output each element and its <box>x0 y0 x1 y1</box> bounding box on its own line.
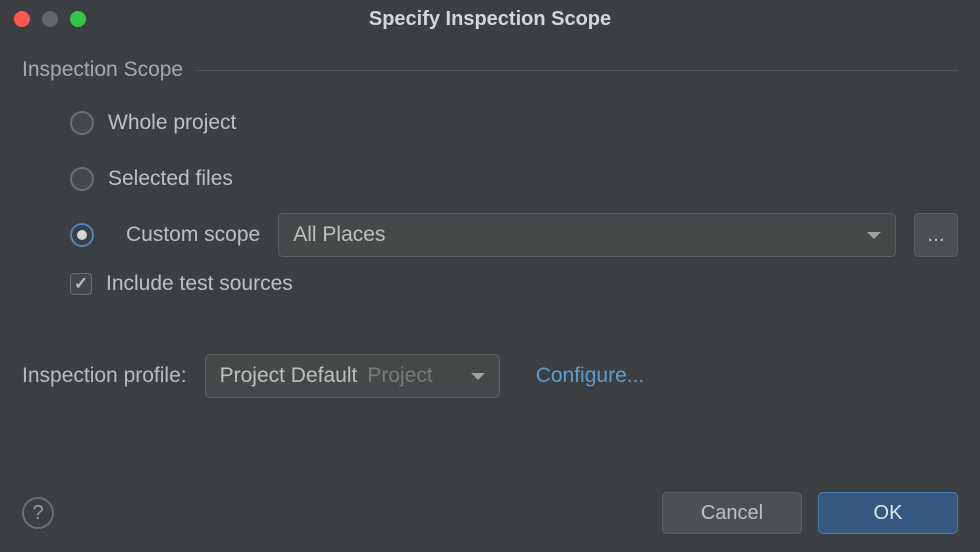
radio-icon <box>70 167 94 191</box>
radio-selected-files[interactable]: Selected files <box>70 164 958 194</box>
radio-label: Selected files <box>108 167 233 191</box>
section-title: Inspection Scope <box>22 58 183 82</box>
radio-whole-project[interactable]: Whole project <box>70 108 958 138</box>
profile-dropdown[interactable]: Project Default Project <box>205 354 500 398</box>
profile-selected-name: Project Default <box>220 364 358 388</box>
custom-scope-dropdown[interactable]: All Places <box>278 213 896 257</box>
ok-button[interactable]: OK <box>818 492 958 534</box>
minimize-window-button[interactable] <box>42 11 58 27</box>
radio-custom-scope-row: Custom scope All Places ... <box>70 220 958 250</box>
checkbox-icon <box>70 273 92 295</box>
radio-label: Custom scope <box>126 223 260 247</box>
profile-selected-suffix: Project <box>367 364 432 388</box>
dropdown-selected: All Places <box>293 223 385 247</box>
section-header: Inspection Scope <box>22 58 958 82</box>
scope-details-button[interactable]: ... <box>914 213 958 257</box>
cancel-button[interactable]: Cancel <box>662 492 802 534</box>
checkbox-label: Include test sources <box>106 272 293 296</box>
profile-label: Inspection profile: <box>22 364 187 388</box>
radio-icon <box>70 111 94 135</box>
close-window-button[interactable] <box>14 11 30 27</box>
help-button[interactable]: ? <box>22 497 54 529</box>
include-test-sources-row[interactable]: Include test sources <box>70 272 958 296</box>
radio-custom-scope[interactable] <box>70 223 94 247</box>
configure-link[interactable]: Configure... <box>536 364 645 388</box>
dialog-content: Inspection Scope Whole project Selected … <box>0 38 980 398</box>
maximize-window-button[interactable] <box>70 11 86 27</box>
chevron-down-icon <box>867 232 881 239</box>
footer-buttons: Cancel OK <box>662 492 958 534</box>
chevron-down-icon <box>471 373 485 380</box>
titlebar: Specify Inspection Scope <box>0 0 980 38</box>
inspection-profile-row: Inspection profile: Project Default Proj… <box>22 354 958 398</box>
window-title: Specify Inspection Scope <box>369 8 611 31</box>
section-divider <box>197 70 958 71</box>
scope-radio-group: Whole project Selected files Custom scop… <box>22 108 958 296</box>
radio-label: Whole project <box>108 111 236 135</box>
traffic-lights <box>14 11 86 27</box>
dialog-footer: ? Cancel OK <box>22 492 958 534</box>
